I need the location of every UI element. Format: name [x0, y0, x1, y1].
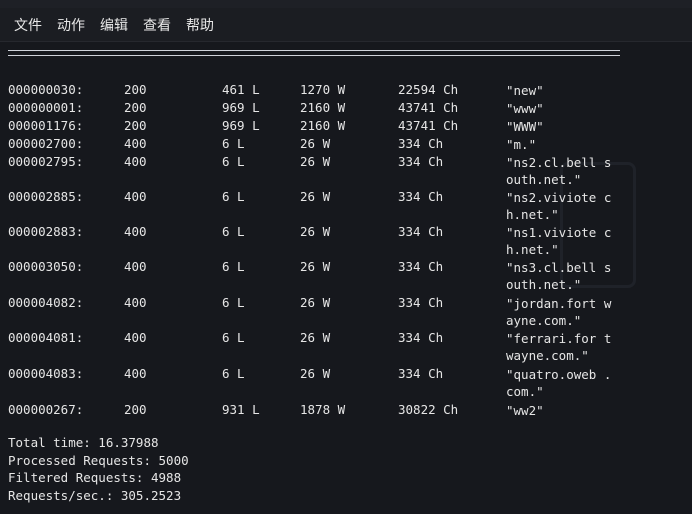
- result-id: 000000267:: [8, 402, 84, 417]
- result-lines: 931 L: [222, 402, 260, 417]
- result-lines: 6 L: [222, 224, 245, 239]
- result-response-code: 400: [124, 136, 147, 151]
- menu-view[interactable]: 查看: [143, 15, 171, 35]
- result-lines: 6 L: [222, 366, 245, 381]
- result-payload: "www": [506, 101, 544, 116]
- result-words: 26 W: [300, 154, 331, 169]
- result-id: 000004083:: [8, 366, 84, 381]
- results-separator: [8, 50, 620, 56]
- menu-file[interactable]: 文件: [14, 15, 42, 35]
- result-chars: 22594 Ch: [398, 82, 459, 97]
- summary-total-time: Total time: 16.37988: [8, 435, 159, 450]
- result-id: 000003050:: [8, 259, 84, 274]
- menu-help[interactable]: 帮助: [186, 15, 214, 35]
- result-words: 1270 W: [300, 82, 346, 97]
- result-payload: "ns3.cl.bell south.net.": [506, 260, 612, 292]
- summary-processed: Processed Requests: 5000: [8, 452, 189, 468]
- result-id: 000000030:: [8, 82, 84, 97]
- result-response-code: 400: [124, 330, 147, 345]
- result-chars: 334 Ch: [398, 366, 444, 381]
- result-words: 26 W: [300, 295, 331, 310]
- result-words: 2160 W: [300, 100, 346, 115]
- result-id: 000002795:: [8, 154, 84, 169]
- result-chars: 334 Ch: [398, 154, 444, 169]
- result-lines: 6 L: [222, 189, 245, 204]
- result-words: 26 W: [300, 136, 331, 151]
- result-response-code: 200: [124, 82, 147, 97]
- result-payload: "WWW": [506, 119, 544, 134]
- result-lines: 6 L: [222, 136, 245, 151]
- result-words: 26 W: [300, 224, 331, 239]
- result-chars: 334 Ch: [398, 259, 444, 274]
- result-payload: "jordan.fort wayne.com.": [506, 296, 612, 328]
- result-response-code: 200: [124, 118, 147, 133]
- result-id: 000002885:: [8, 189, 84, 204]
- result-chars: 43741 Ch: [398, 118, 459, 133]
- result-chars: 30822 Ch: [398, 402, 459, 417]
- result-id: 000004082:: [8, 295, 84, 310]
- result-payload: "ns2.viviote ch.net.": [506, 190, 612, 222]
- menu-edit[interactable]: 编辑: [100, 15, 128, 35]
- result-words: 26 W: [300, 330, 331, 345]
- result-chars: 334 Ch: [398, 189, 444, 204]
- summary-rate: Requests/sec.: 305.2523: [8, 487, 182, 503]
- result-id: 000001176:: [8, 118, 84, 133]
- result-response-code: 200: [124, 100, 147, 115]
- result-words: 26 W: [300, 259, 331, 274]
- result-payload: "ferrari.for twayne.com.": [506, 331, 612, 363]
- window-titlebar: [0, 0, 692, 8]
- result-payload: "new": [506, 83, 544, 98]
- result-lines: 969 L: [222, 118, 260, 133]
- result-payload: "m.": [506, 137, 537, 152]
- summary-filtered: Filtered Requests: 4988: [8, 470, 182, 485]
- result-payload: "ns1.viviote ch.net.": [506, 225, 612, 257]
- result-response-code: 200: [124, 402, 147, 417]
- result-lines: 6 L: [222, 154, 245, 169]
- result-lines: 6 L: [222, 330, 245, 345]
- result-lines: 969 L: [222, 100, 260, 115]
- result-chars: 334 Ch: [398, 330, 444, 345]
- result-id: 000000001:: [8, 100, 84, 115]
- result-id: 000002883:: [8, 224, 84, 239]
- menu-bar: 文件 动作 编辑 查看 帮助: [0, 8, 692, 42]
- result-words: 26 W: [300, 189, 331, 204]
- result-response-code: 400: [124, 224, 147, 239]
- result-chars: 334 Ch: [398, 295, 444, 310]
- result-words: 2160 W: [300, 118, 346, 133]
- result-lines: 461 L: [222, 82, 260, 97]
- result-chars: 43741 Ch: [398, 100, 459, 115]
- menu-actions[interactable]: 动作: [57, 15, 85, 35]
- result-response-code: 400: [124, 259, 147, 274]
- terminal-output[interactable]: 000000030: 200 461 L 1270 W 22594 Ch "new" 000…: [0, 42, 692, 514]
- result-chars: 334 Ch: [398, 136, 444, 151]
- result-id: 000004081:: [8, 330, 84, 345]
- result-payload: "ns2.cl.bell south.net.": [506, 155, 612, 187]
- result-chars: 334 Ch: [398, 224, 444, 239]
- result-id: 000002700:: [8, 136, 84, 151]
- result-words: 1878 W: [300, 402, 346, 417]
- result-payload: "ww2": [506, 403, 544, 418]
- result-lines: 6 L: [222, 259, 245, 274]
- result-response-code: 400: [124, 366, 147, 381]
- summary-block: Total time: 16.37988 Processed Requests:…: [8, 434, 189, 504]
- result-payload: "quatro.oweb .com.": [506, 367, 612, 399]
- result-words: 26 W: [300, 366, 331, 381]
- result-response-code: 400: [124, 295, 147, 310]
- result-response-code: 400: [124, 154, 147, 169]
- result-lines: 6 L: [222, 295, 245, 310]
- result-response-code: 400: [124, 189, 147, 204]
